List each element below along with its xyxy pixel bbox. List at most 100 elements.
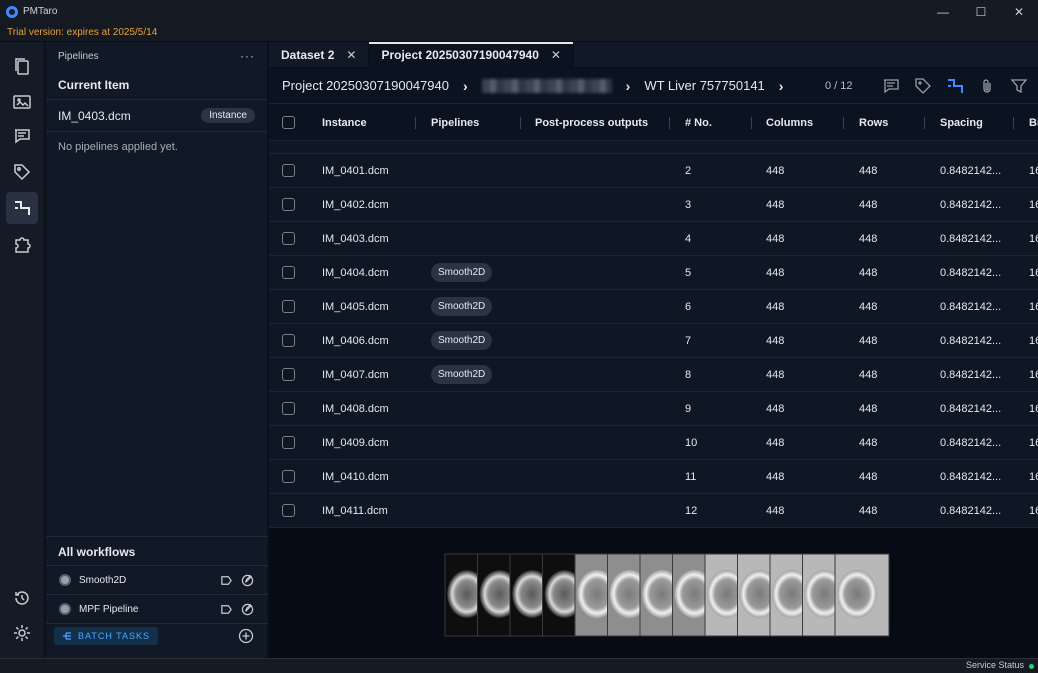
tags-button[interactable] (6, 156, 38, 188)
history-button[interactable] (6, 582, 38, 614)
spacing-cell: 0.8482142... (940, 505, 1002, 517)
columns-cell: 448 (766, 471, 785, 483)
row-checkbox[interactable] (282, 504, 295, 517)
workflow-item[interactable]: Smooth2D (46, 566, 268, 595)
table-row[interactable]: IM_0404.dcm Smooth2D 5 448 448 0.8482142... 16 (269, 256, 1038, 290)
close-window-button[interactable]: ✕ (1000, 0, 1038, 23)
settings-button[interactable] (6, 617, 38, 649)
row-checkbox[interactable] (282, 436, 295, 449)
row-checkbox[interactable] (282, 232, 295, 245)
column-divider[interactable] (520, 117, 521, 129)
pipeline-chip[interactable]: Smooth2D (431, 263, 493, 282)
minimize-button[interactable]: — (924, 0, 962, 23)
table-row[interactable]: IM_0409.dcm 10 448 448 0.8482142... 16 (269, 426, 1038, 460)
attachment-icon[interactable] (978, 77, 996, 95)
table-scroll-strip (269, 141, 1038, 154)
column-header[interactable]: Spacing (940, 105, 983, 141)
breadcrumb: Project 20250307190047940 › › WT Liver 7… (269, 68, 1038, 104)
edit-icon[interactable] (241, 574, 254, 587)
filter-icon[interactable] (1010, 77, 1028, 95)
table-row[interactable]: IM_0408.dcm 9 448 448 0.8482142... 16 (269, 392, 1038, 426)
row-checkbox[interactable] (282, 266, 295, 279)
breadcrumb-project[interactable]: Project 20250307190047940 (282, 78, 449, 93)
pipelines-button[interactable] (6, 192, 38, 224)
columns-cell: 448 (766, 505, 785, 517)
column-divider[interactable] (415, 117, 416, 129)
column-header[interactable]: Post-process outputs (535, 105, 648, 141)
workflow-item[interactable]: MPF Pipeline (46, 595, 268, 624)
row-checkbox[interactable] (282, 198, 295, 211)
row-checkbox[interactable] (282, 164, 295, 177)
label-icon[interactable] (220, 603, 233, 616)
column-divider[interactable] (843, 117, 844, 129)
breadcrumb-series[interactable]: WT Liver 757750141 (644, 78, 764, 93)
column-divider[interactable] (924, 117, 925, 129)
pipeline-chip[interactable]: Smooth2D (431, 331, 493, 350)
row-checkbox[interactable] (282, 334, 295, 347)
row-checkbox[interactable] (282, 300, 295, 313)
edit-icon[interactable] (241, 603, 254, 616)
workflow-radio[interactable] (59, 574, 71, 586)
column-divider[interactable] (1013, 117, 1014, 129)
current-item-row[interactable]: IM_0403.dcm Instance (46, 100, 267, 132)
add-icon[interactable] (238, 628, 254, 644)
status-bar: Service Status (0, 658, 1038, 673)
bits-cell: 16 (1029, 505, 1038, 517)
table-row[interactable]: IM_0410.dcm 11 448 448 0.8482142... 16 (269, 460, 1038, 494)
row-checkbox[interactable] (282, 402, 295, 415)
row-checkbox[interactable] (282, 470, 295, 483)
row-checkbox[interactable] (282, 368, 295, 381)
table-row[interactable]: IM_0406.dcm Smooth2D 7 448 448 0.8482142... 16 (269, 324, 1038, 358)
instance-cell: IM_0402.dcm (322, 199, 389, 211)
image-viewer-button[interactable] (6, 86, 38, 118)
column-divider[interactable] (751, 117, 752, 129)
close-tab-icon[interactable]: ✕ (346, 48, 356, 62)
workflow-radio[interactable] (59, 603, 71, 615)
select-all-checkbox[interactable] (282, 116, 295, 129)
maximize-button[interactable]: ☐ (962, 0, 1000, 23)
files-button[interactable] (6, 50, 38, 82)
instance-cell: IM_0408.dcm (322, 403, 389, 415)
toolbar (882, 68, 1038, 104)
rows-cell: 448 (859, 199, 878, 211)
comments-icon[interactable] (882, 77, 900, 95)
column-header[interactable]: Bi (1029, 105, 1038, 141)
column-header[interactable]: Instance (322, 105, 367, 141)
table-row[interactable]: IM_0405.dcm Smooth2D 6 448 448 0.8482142... 16 (269, 290, 1038, 324)
redacted-breadcrumb[interactable] (481, 78, 612, 93)
settings-icon (14, 625, 30, 641)
table-row[interactable]: IM_0411.dcm 12 448 448 0.8482142... 16 (269, 494, 1038, 528)
tag-icon[interactable] (914, 77, 932, 95)
table-row[interactable]: IM_0402.dcm 3 448 448 0.8482142... 16 (269, 188, 1038, 222)
column-divider[interactable] (669, 117, 670, 129)
pipeline-icon[interactable] (946, 77, 964, 95)
tab-dataset[interactable]: Dataset 2 ✕ (269, 42, 370, 67)
number-cell: 9 (685, 403, 692, 415)
service-status-label[interactable]: Service Status (966, 660, 1024, 670)
slice-preview[interactable] (269, 528, 1038, 658)
column-header[interactable]: Pipelines (431, 105, 479, 141)
spacing-cell: 0.8482142... (940, 267, 1002, 279)
table-row[interactable]: IM_0401.dcm 2 448 448 0.8482142... 16 (269, 154, 1038, 188)
batch-tasks-button[interactable]: BATCH TASKS (54, 627, 159, 645)
pipeline-chip[interactable]: Smooth2D (431, 297, 493, 316)
pipeline-chip[interactable]: Smooth2D (431, 365, 493, 384)
comments-button[interactable] (6, 120, 38, 152)
table-row[interactable]: IM_0407.dcm Smooth2D 8 448 448 0.8482142... 16 (269, 358, 1038, 392)
instance-cell: IM_0404.dcm (322, 267, 389, 279)
table-row[interactable]: IM_0403.dcm 4 448 448 0.8482142... 16 (269, 222, 1038, 256)
more-options-button[interactable]: ··· (240, 49, 255, 63)
bits-cell: 16 (1029, 369, 1038, 381)
column-header[interactable]: Columns (766, 105, 813, 141)
column-header[interactable]: Rows (859, 105, 888, 141)
extensions-button[interactable] (6, 228, 38, 260)
slice-thumbnail (834, 553, 890, 637)
tab-project[interactable]: Project 20250307190047940 ✕ (369, 42, 574, 67)
spacing-cell: 0.8482142... (940, 437, 1002, 449)
label-icon[interactable] (220, 574, 233, 587)
close-tab-icon[interactable]: ✕ (551, 48, 561, 62)
spacing-cell: 0.8482142... (940, 199, 1002, 211)
spacing-cell: 0.8482142... (940, 301, 1002, 313)
column-header[interactable]: # No. (685, 105, 712, 141)
spacing-cell: 0.8482142... (940, 369, 1002, 381)
